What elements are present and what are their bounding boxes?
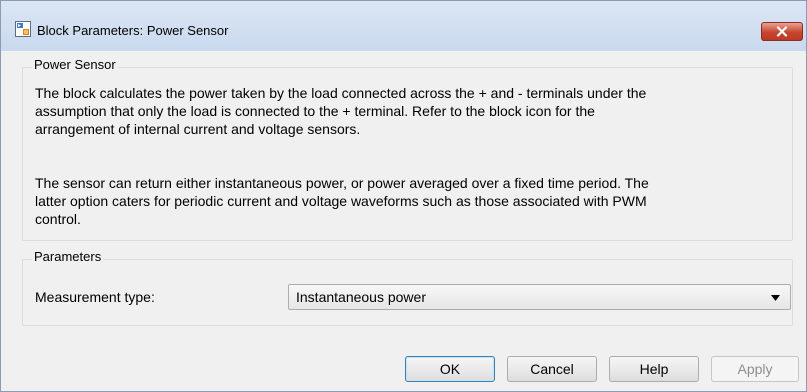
description-line-5: latter option caters for periodic curren… (35, 193, 647, 209)
close-icon (776, 26, 788, 37)
measurement-type-dropdown[interactable]: Instantaneous power (288, 284, 791, 310)
measurement-type-label: Measurement type: (35, 289, 155, 305)
chevron-down-icon (771, 295, 780, 301)
description-line-2: assumption that only the load is connect… (35, 103, 595, 119)
window-title: Block Parameters: Power Sensor (37, 23, 229, 38)
description-line-6: control. (35, 211, 81, 227)
parameters-panel-legend: Parameters (32, 249, 104, 264)
close-button[interactable] (761, 22, 803, 41)
description-line-4: The sensor can return either instantaneo… (35, 175, 649, 191)
description-line-3: arrangement of internal current and volt… (35, 121, 361, 137)
apply-button[interactable]: Apply (711, 356, 799, 382)
help-button[interactable]: Help (609, 356, 699, 382)
ok-button[interactable]: OK (405, 356, 495, 382)
measurement-type-value: Instantaneous power (296, 289, 426, 305)
description-line-1: The block calculates the power taken by … (35, 85, 647, 101)
block-parameters-icon (15, 21, 31, 37)
cancel-button[interactable]: Cancel (507, 356, 597, 382)
dialog-window: Block Parameters: Power Sensor Power Sen… (0, 0, 807, 392)
description-panel-legend: Power Sensor (32, 57, 118, 72)
title-bar[interactable]: Block Parameters: Power Sensor (1, 1, 806, 51)
